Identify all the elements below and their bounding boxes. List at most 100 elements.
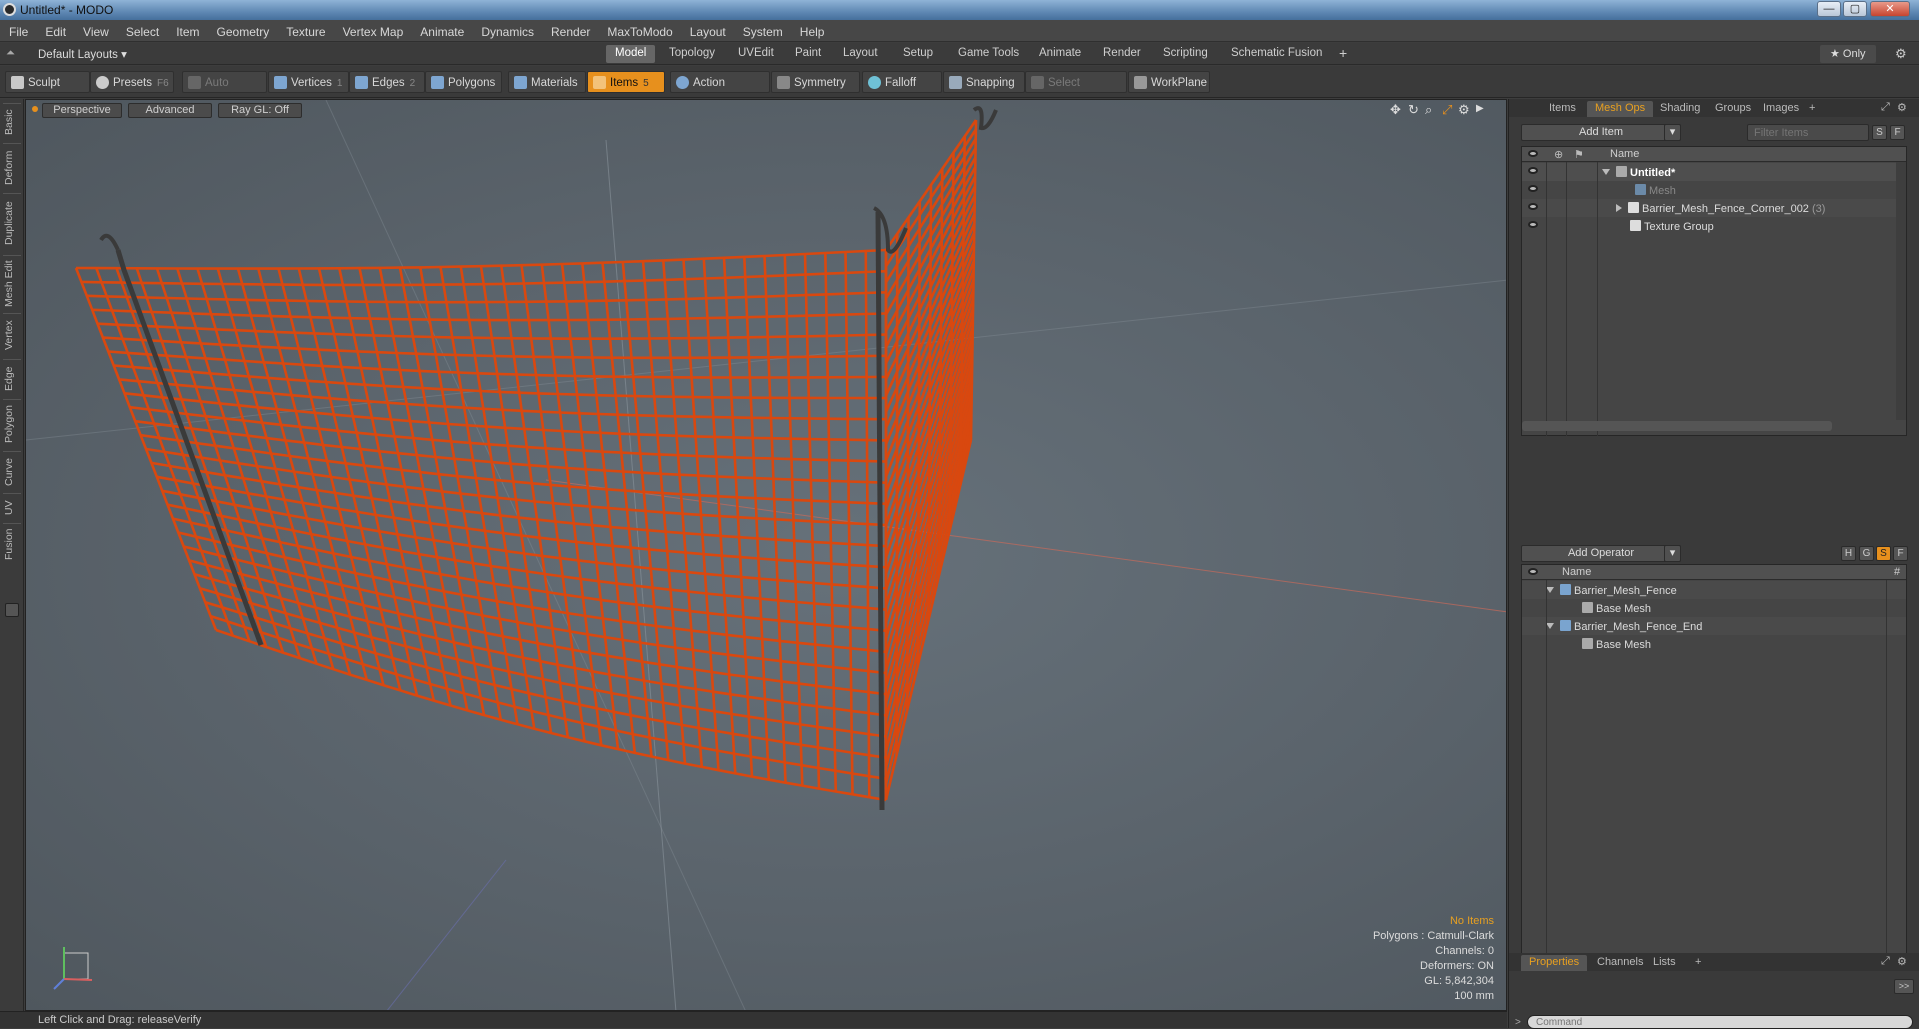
expand-arrow-icon[interactable] [1546,587,1554,593]
falloff-button[interactable]: Falloff [862,71,942,93]
menu-texture[interactable]: Texture [277,20,333,39]
add-operator-chevron-icon[interactable]: ▾ [1664,545,1681,562]
ops-h-button[interactable]: H [1841,546,1856,561]
vtab-edge[interactable]: Edge [3,359,21,397]
add-panel-tab[interactable]: + [1801,101,1823,117]
viewport-expand-icon[interactable]: ▶ [1476,103,1484,114]
visibility-eye-icon[interactable] [1528,221,1538,228]
command-input[interactable] [1527,1015,1913,1029]
tab-scripting[interactable]: Scripting [1154,45,1217,63]
item-row-mesh[interactable]: Mesh [1522,181,1906,199]
op-row-base-mesh[interactable]: Base Mesh [1522,635,1906,653]
expand-arrow-icon[interactable] [1602,169,1610,175]
menu-select[interactable]: Select [117,20,167,39]
add-panel-tab[interactable]: + [1687,955,1709,971]
filter-items-input[interactable] [1747,124,1869,141]
tab-groups[interactable]: Groups [1707,101,1759,117]
menu-maxtomodo[interactable]: MaxToModo [598,20,680,39]
select-through-button[interactable]: Select Through [1025,71,1127,111]
menu-vertex-map[interactable]: Vertex Map [334,20,412,39]
expand-arrow-icon[interactable] [1546,623,1554,629]
item-row-untitled[interactable]: Untitled* [1522,163,1906,181]
workplane-button[interactable]: WorkPlane [1128,71,1210,93]
close-button[interactable]: ✕ [1870,1,1910,17]
vertices-button[interactable]: Vertices 1 [268,71,349,93]
vtab-fusion[interactable]: Fusion [3,523,21,565]
tab-paint[interactable]: Paint [786,45,830,63]
auto-select-button[interactable]: Auto Select [182,71,267,111]
panel-maximize-icon[interactable]: ⤢ [1881,955,1890,968]
advanced-dropdown[interactable]: Advanced [128,103,212,118]
tab-images[interactable]: Images [1755,101,1807,117]
zoom-icon[interactable]: ⌕ [1425,102,1432,118]
tab-properties[interactable]: Properties [1521,955,1588,971]
vtab-polygon[interactable]: Polygon [3,399,21,449]
menu-layout[interactable]: Layout [681,20,734,39]
ops-s-button[interactable]: S [1876,546,1891,561]
menu-view[interactable]: View [74,20,117,39]
maximize-button[interactable]: ▢ [1843,1,1867,17]
add-item-chevron-icon[interactable]: ▾ [1664,124,1681,141]
tab-render[interactable]: Render [1094,45,1150,63]
symmetry-button[interactable]: Symmetry [771,71,860,93]
item-row-texture-group[interactable]: Texture Group [1522,217,1906,235]
visibility-eye-icon[interactable] [1528,167,1538,174]
raygl-toggle[interactable]: Ray GL: Off [218,103,302,118]
panel-gear-icon[interactable]: ⚙ [1897,955,1907,968]
tab-animate[interactable]: Animate [1030,45,1090,63]
menu-file[interactable]: File [0,20,36,39]
gear-icon[interactable]: ⚙ [1895,46,1907,62]
viewport-gear-icon[interactable]: ⚙ [1458,102,1470,118]
add-tab-button[interactable]: + [1330,43,1356,61]
fit-icon[interactable]: ⤢ [1442,102,1452,118]
tab-layout[interactable]: Layout [834,45,887,63]
menu-item[interactable]: Item [167,20,207,39]
op-row-barrier-mesh-fence[interactable]: Barrier_Mesh_Fence [1522,581,1906,599]
viewport-menu-dot[interactable] [32,106,38,112]
filter-f-button[interactable]: F [1890,125,1905,140]
vtab-curve[interactable]: Curve [3,451,21,491]
3d-viewport[interactable]: Perspective Advanced Ray GL: Off ✥ ↻ ⌕ ⤢… [25,99,1507,1011]
sculpt-button[interactable]: Sculpt [5,71,90,93]
add-item-dropdown[interactable]: Add Item [1521,124,1681,141]
panel-maximize-icon[interactable]: ⤢ [1881,101,1890,114]
menu-geometry[interactable]: Geometry [208,20,278,39]
default-layouts-dropdown[interactable]: Default Layouts ▾ [38,47,127,61]
presets-button[interactable]: Presets F6 [90,71,174,93]
vtab-duplicate[interactable]: Duplicate [3,193,21,253]
filter-s-button[interactable]: S [1872,125,1887,140]
vtab-deform[interactable]: Deform [3,143,21,191]
item-row-barrier-mesh-fence-corner[interactable]: Barrier_Mesh_Fence_Corner_002 (3) [1522,199,1906,217]
vtab-vertex[interactable]: Vertex [3,313,21,357]
tab-channels[interactable]: Channels [1589,955,1651,971]
perspective-dropdown[interactable]: Perspective [42,103,122,118]
materials-button[interactable]: Materials [508,71,586,93]
tab-game-tools[interactable]: Game Tools [949,45,1028,63]
only-toggle[interactable]: ★ Only [1820,45,1876,63]
horizontal-scrollbar[interactable] [1522,421,1832,431]
rotate-icon[interactable]: ↻ [1408,102,1419,118]
minimize-button[interactable]: — [1817,1,1841,17]
tab-setup[interactable]: Setup [894,45,942,63]
expand-properties-button[interactable]: >> [1894,979,1914,994]
polygons-button[interactable]: Polygons [425,71,502,93]
edges-button[interactable]: Edges 2 [349,71,425,93]
tab-topology[interactable]: Topology [660,45,724,63]
vtab-mesh-edit[interactable]: Mesh Edit [3,255,21,311]
action-center-button[interactable]: Action Center [670,71,770,111]
menu-dynamics[interactable]: Dynamics [472,20,542,39]
menu-edit[interactable]: Edit [36,20,74,39]
vertical-scrollbar[interactable] [1896,162,1906,420]
panel-gear-icon[interactable]: ⚙ [1897,101,1907,114]
collapse-icon[interactable]: ⏶ [6,47,20,61]
vtab-uv[interactable]: UV [3,493,21,521]
tab-shading[interactable]: Shading [1652,101,1708,117]
tab-mesh-ops[interactable]: Mesh Ops [1587,101,1654,117]
expand-arrow-icon[interactable] [1616,204,1622,212]
menu-help[interactable]: Help [791,20,833,39]
snapping-button[interactable]: Snapping [943,71,1025,93]
menu-system[interactable]: System [734,20,791,39]
visibility-eye-icon[interactable] [1528,203,1538,210]
op-row-base-mesh[interactable]: Base Mesh [1522,599,1906,617]
pan-icon[interactable]: ✥ [1390,102,1401,118]
